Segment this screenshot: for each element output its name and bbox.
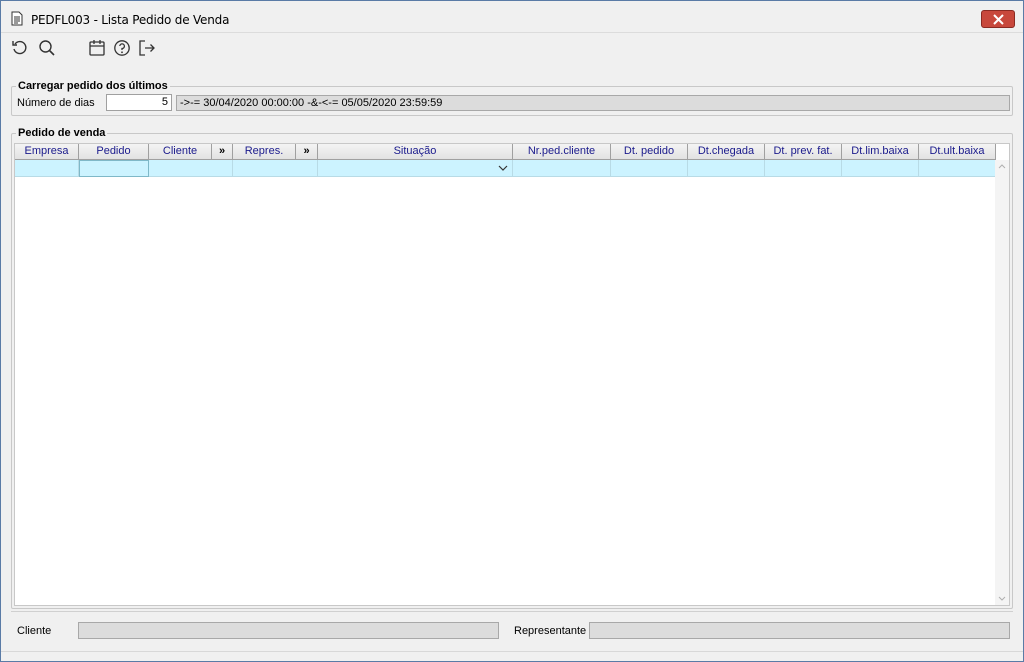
cell-dt-ult-baixa[interactable] [919, 160, 996, 177]
cell-repres[interactable] [233, 160, 318, 177]
scroll-down-icon[interactable] [998, 596, 1006, 601]
col-header-dt-chegada[interactable]: Dt.chegada [688, 144, 765, 160]
document-icon [11, 11, 23, 26]
footer-divider [11, 611, 1013, 612]
toolbar [1, 34, 1023, 64]
search-button[interactable] [38, 39, 58, 59]
cell-cliente[interactable] [149, 160, 233, 177]
bottom-border [1, 651, 1023, 652]
orders-group-title: Pedido de venda [16, 127, 108, 139]
client-lookup-button[interactable]: » [212, 144, 233, 160]
refresh-button[interactable] [11, 39, 31, 59]
client-name-display [78, 622, 499, 639]
col-header-dt-lim-baixa[interactable]: Dt.lim.baixa [842, 144, 919, 160]
cell-pedido[interactable] [79, 160, 149, 177]
col-header-nr-ped-cliente[interactable]: Nr.ped.cliente [513, 144, 611, 160]
orders-grid[interactable]: Empresa Pedido Cliente » Repres. » Situa… [14, 143, 1010, 606]
cell-nr-ped-cliente[interactable] [513, 160, 611, 177]
help-icon [114, 40, 130, 56]
table-row[interactable] [15, 160, 996, 177]
col-header-dt-prev-fat[interactable]: Dt. prev. fat. [765, 144, 842, 160]
days-input[interactable]: 5 [106, 94, 172, 111]
cell-dt-prev-fat[interactable] [765, 160, 842, 177]
col-header-empresa[interactable]: Empresa [15, 144, 79, 160]
cell-empresa[interactable] [15, 160, 79, 177]
col-header-repres[interactable]: Repres. [233, 144, 296, 160]
close-icon [993, 14, 1004, 25]
exit-button[interactable] [138, 39, 158, 59]
cell-dt-pedido[interactable] [611, 160, 688, 177]
cell-dt-lim-baixa[interactable] [842, 160, 919, 177]
window-title: PEDFL003 - Lista Pedido de Venda [31, 13, 230, 27]
col-header-situacao[interactable]: Situação [318, 144, 513, 160]
date-range-display: ->-= 30/04/2020 00:00:00 -&-<-= 05/05/20… [176, 95, 1010, 111]
exit-icon [139, 40, 155, 56]
days-label: Número de dias [17, 97, 95, 109]
representative-label: Representante [514, 625, 587, 637]
calendar-icon [89, 40, 105, 56]
load-orders-group-title: Carregar pedido dos últimos [16, 80, 170, 92]
main-window: PEDFL003 - Lista Pedido de Venda Carrega… [0, 0, 1024, 662]
col-header-cliente[interactable]: Cliente [149, 144, 212, 160]
refresh-icon [12, 40, 27, 55]
help-button[interactable] [113, 39, 133, 59]
vertical-scrollbar[interactable] [995, 160, 1009, 605]
representative-name-display [589, 622, 1010, 639]
cell-situacao-select[interactable] [318, 160, 513, 177]
scroll-up-icon[interactable] [998, 164, 1006, 169]
col-header-dt-pedido[interactable]: Dt. pedido [611, 144, 688, 160]
search-icon [39, 40, 55, 56]
grid-header: Empresa Pedido Cliente » Repres. » Situa… [15, 144, 996, 160]
client-label: Cliente [17, 625, 52, 637]
rep-lookup-button[interactable]: » [296, 144, 318, 160]
title-bar[interactable]: PEDFL003 - Lista Pedido de Venda [1, 1, 1023, 33]
col-header-pedido[interactable]: Pedido [79, 144, 149, 160]
cell-dt-chegada[interactable] [688, 160, 765, 177]
close-button[interactable] [981, 10, 1015, 28]
calendar-button[interactable] [88, 39, 108, 59]
chevron-down-icon[interactable] [498, 165, 508, 172]
col-header-dt-ult-baixa[interactable]: Dt.ult.baixa [919, 144, 996, 160]
